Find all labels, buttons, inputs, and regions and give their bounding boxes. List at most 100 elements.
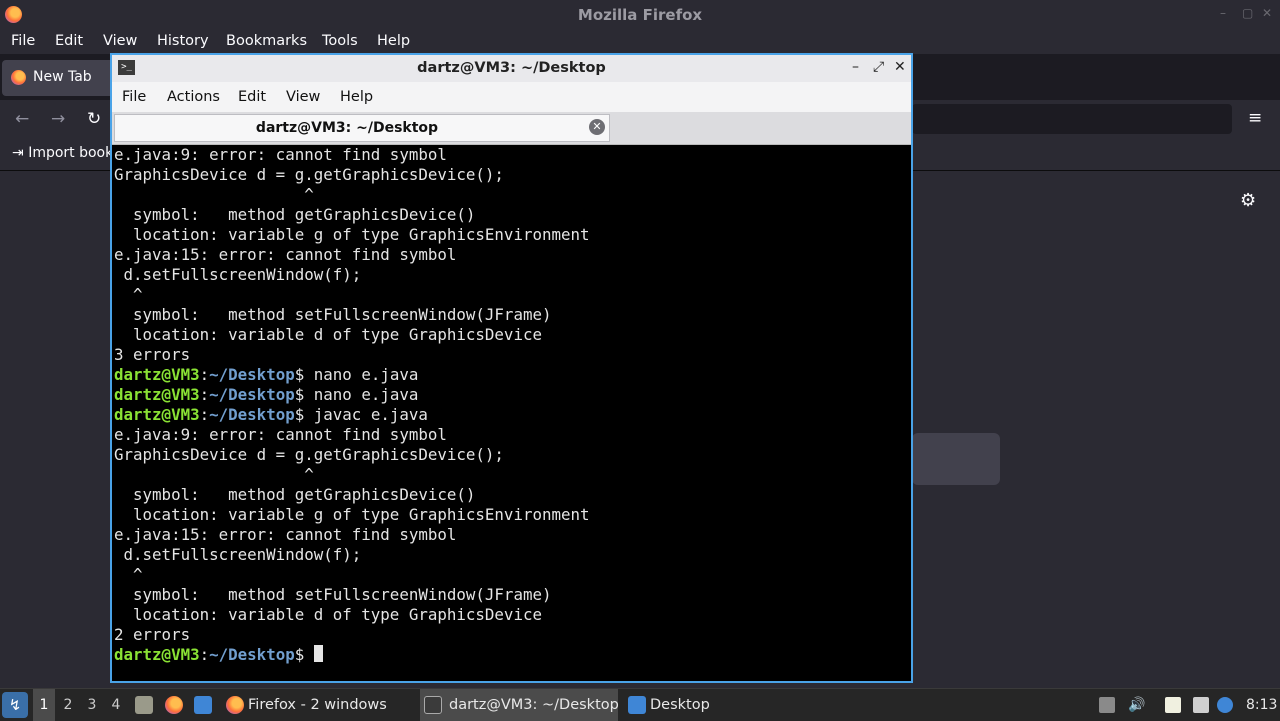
eject-icon[interactable] (1099, 697, 1115, 713)
workspace-4[interactable]: 4 (105, 689, 127, 721)
firefox-launcher-icon[interactable] (165, 696, 183, 714)
prompt-symbol: $ (294, 365, 305, 384)
prompt-symbol: $ (294, 645, 305, 664)
prompt-command: javac e.java (304, 405, 428, 424)
network-icon[interactable] (1193, 697, 1209, 713)
terminal-output-line: location: variable d of type GraphicsDev… (114, 325, 542, 344)
prompt-user: dartz@VM3 (114, 405, 200, 424)
taskbar-task-terminal[interactable]: dartz@VM3: ~/Desktop (420, 689, 619, 721)
terminal-output[interactable]: e.java:9: error: cannot find symbol Graph… (114, 147, 909, 681)
terminal-tab[interactable]: dartz@VM3: ~/Desktop ✕ (114, 114, 610, 142)
firefox-maximize-icon[interactable]: ▢ (1242, 6, 1253, 20)
terminal-output-line: e.java:15: error: cannot find symbol (114, 525, 457, 544)
firefox-minimize-icon[interactable]: – (1220, 6, 1226, 20)
terminal-menu-actions[interactable]: Actions (167, 89, 220, 105)
firefox-menu-history[interactable]: History (157, 33, 209, 49)
taskbar-task-firefox[interactable]: Firefox - 2 windows (222, 689, 418, 721)
terminal-output-line: e.java:9: error: cannot find symbol (114, 425, 447, 444)
firefox-tab-new-tab[interactable]: New Tab (2, 60, 114, 96)
gear-icon[interactable]: ⚙ (1240, 190, 1256, 211)
terminal-titlebar[interactable]: >_ dartz@VM3: ~/Desktop – ⤢ ✕ (112, 55, 911, 82)
terminal-menu-file[interactable]: File (122, 89, 146, 105)
workspace-3[interactable]: 3 (81, 689, 103, 721)
prompt-user: dartz@VM3 (114, 645, 200, 664)
prompt-separator: : (199, 365, 210, 384)
prompt-command: nano e.java (304, 365, 419, 384)
terminal-tabbar: dartz@VM3: ~/Desktop ✕ (112, 112, 911, 145)
terminal-menu-edit[interactable]: Edit (238, 89, 266, 105)
prompt-separator: : (199, 645, 210, 664)
firefox-url-bar[interactable] (912, 104, 1232, 134)
firefox-menu-edit[interactable]: Edit (55, 33, 83, 49)
tab-close-icon[interactable]: ✕ (589, 119, 605, 135)
terminal-output-line: symbol: method setFullscreenWindow(JFram… (114, 305, 552, 324)
terminal-output-line: 3 errors (114, 345, 191, 364)
firefox-titlebar: Mozilla Firefox – ▢ ✕ (0, 0, 1280, 30)
taskbar-task-label: dartz@VM3: ~/Desktop (449, 697, 619, 713)
maximize-icon[interactable]: ⤢ (873, 59, 884, 75)
terminal-output-line: ^ (114, 465, 314, 484)
taskbar-task-desktop[interactable]: Desktop (624, 689, 724, 721)
terminal-output-line: e.java:15: error: cannot find symbol (114, 245, 457, 264)
import-bookmarks-button[interactable]: ⇥ Import bookr (12, 145, 119, 161)
firefox-menu-file[interactable]: File (11, 33, 35, 49)
newtab-search-card[interactable] (912, 433, 1000, 485)
volume-icon[interactable]: 🔊 (1128, 697, 1145, 713)
terminal-output-line: symbol: method setFullscreenWindow(JFram… (114, 585, 552, 604)
prompt-symbol: $ (294, 405, 305, 424)
clock: 8:13 (1246, 697, 1278, 713)
terminal-window: >_ dartz@VM3: ~/Desktop – ⤢ ✕ File Actio… (110, 53, 913, 683)
prompt-directory: ~/Desktop (209, 385, 295, 404)
firefox-window-title: Mozilla Firefox (577, 6, 703, 24)
import-bookmarks-label: Import bookr (28, 145, 119, 161)
back-icon[interactable]: ← (15, 109, 29, 129)
firefox-tab-label: New Tab (33, 69, 92, 85)
notification-icon[interactable] (1217, 697, 1233, 713)
prompt-user: dartz@VM3 (114, 365, 200, 384)
terminal-output-line: location: variable d of type GraphicsDev… (114, 605, 542, 624)
firefox-icon (226, 696, 244, 714)
minimize-icon[interactable]: – (852, 59, 859, 75)
terminal-output-line: ^ (114, 285, 143, 304)
workspace-1[interactable]: 1 (33, 689, 55, 721)
terminal-prompt-line: dartz@VM3:~/Desktop$ (114, 645, 323, 665)
terminal-menubar: File Actions Edit View Help (112, 82, 911, 112)
start-menu-icon[interactable]: ↯ (2, 692, 28, 718)
terminal-prompt-line: dartz@VM3:~/Desktop$ nano e.java (114, 365, 418, 385)
prompt-directory: ~/Desktop (209, 365, 295, 384)
terminal-prompt-line: dartz@VM3:~/Desktop$ nano e.java (114, 385, 418, 405)
terminal-output-line: ^ (114, 565, 143, 584)
close-icon[interactable]: ✕ (894, 59, 906, 75)
terminal-menu-help[interactable]: Help (340, 89, 373, 105)
clipboard-icon[interactable] (1165, 697, 1181, 713)
prompt-symbol: $ (294, 385, 305, 404)
folder-icon (628, 696, 646, 714)
terminal-output-line: location: variable g of type GraphicsEnv… (114, 225, 590, 244)
hamburger-menu-icon[interactable]: ≡ (1248, 108, 1262, 128)
prompt-directory: ~/Desktop (209, 645, 295, 664)
reload-icon[interactable]: ↻ (87, 109, 101, 129)
firefox-menu-help[interactable]: Help (377, 33, 410, 49)
prompt-directory: ~/Desktop (209, 405, 295, 424)
terminal-tab-label: dartz@VM3: ~/Desktop (255, 120, 439, 136)
firefox-close-icon[interactable]: ✕ (1262, 6, 1272, 20)
terminal-window-title: dartz@VM3: ~/Desktop (417, 60, 606, 76)
terminal-menu-view[interactable]: View (286, 89, 320, 105)
firefox-menu-bookmarks[interactable]: Bookmarks (226, 33, 307, 49)
firefox-menubar: File Edit View History Bookmarks Tools H… (0, 30, 1280, 54)
workspace-2[interactable]: 2 (57, 689, 79, 721)
terminal-output-line: symbol: method getGraphicsDevice() (114, 485, 476, 504)
terminal-output-line: ^ (114, 185, 314, 204)
prompt-command (304, 645, 314, 664)
import-icon: ⇥ (12, 145, 29, 161)
firefox-menu-tools[interactable]: Tools (322, 33, 358, 49)
terminal-prompt-line: dartz@VM3:~/Desktop$ javac e.java (114, 405, 428, 425)
forward-icon[interactable]: → (51, 109, 65, 129)
taskbar-task-label: Firefox - 2 windows (248, 697, 387, 713)
show-desktop-icon[interactable] (194, 696, 212, 714)
terminal-cursor (313, 645, 323, 662)
firefox-menu-view[interactable]: View (103, 33, 137, 49)
terminal-output-line: GraphicsDevice d = g.getGraphicsDevice()… (114, 165, 504, 184)
file-manager-launcher-icon[interactable] (135, 696, 153, 714)
terminal-icon (424, 696, 442, 714)
